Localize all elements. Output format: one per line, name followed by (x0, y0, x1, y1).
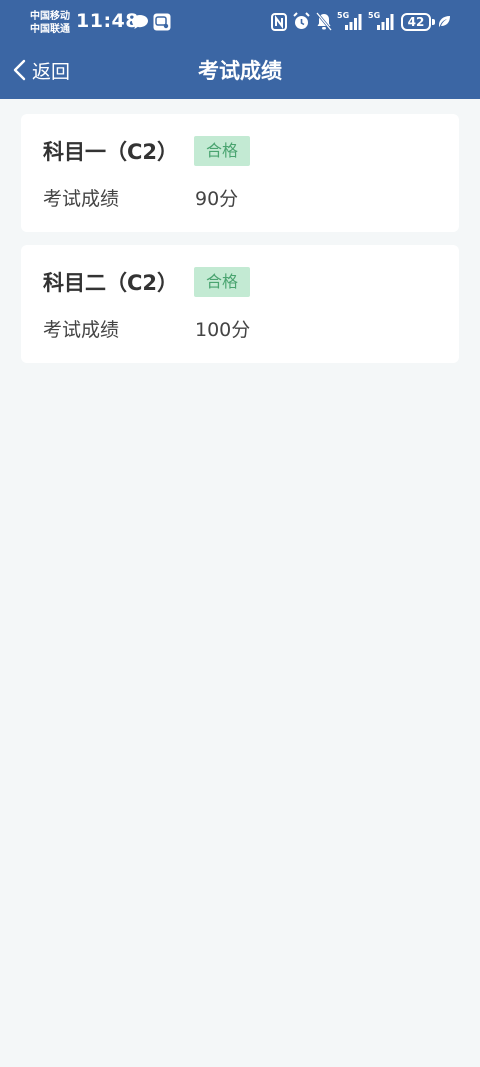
score-label: 考试成绩 (43, 319, 120, 341)
page-title: 考试成绩 (198, 59, 282, 83)
mute-bell-icon (315, 12, 333, 31)
status-bar: 中国移动 中国联通 11:48 5G 5G 42 (0, 0, 480, 44)
navigation-bar: 返回 考试成绩 (0, 44, 480, 99)
battery-icon: 42 (401, 13, 431, 31)
battery-tip (432, 19, 435, 25)
result-card-subject-2: 科目二（C2） 合格 考试成绩 100分 (21, 245, 459, 363)
subject-title: 科目二（C2） (43, 271, 179, 295)
carrier-2: 中国联通 (30, 24, 70, 35)
alarm-icon (293, 12, 310, 29)
carrier-1: 中国移动 (30, 11, 70, 22)
carrier-info: 中国移动 中国联通 (30, 10, 70, 36)
score-value: 100分 (195, 319, 251, 341)
chat-bubble-icon (132, 15, 148, 29)
score-value: 90分 (195, 188, 239, 210)
app-header: 中国移动 中国联通 11:48 5G 5G 42 返回 考试成绩 (0, 0, 480, 99)
leaf-icon (439, 16, 450, 27)
result-card-subject-1: 科目一（C2） 合格 考试成绩 90分 (21, 114, 459, 232)
pass-badge: 合格 (194, 267, 250, 297)
score-label: 考试成绩 (43, 188, 120, 210)
pass-badge: 合格 (194, 136, 250, 166)
message-app-icon (153, 13, 171, 31)
nfc-icon (271, 13, 287, 31)
status-time: 11:48 (76, 10, 139, 32)
subject-title: 科目一（C2） (43, 140, 179, 164)
signal-icon (345, 14, 362, 30)
signal-icon (377, 14, 394, 30)
